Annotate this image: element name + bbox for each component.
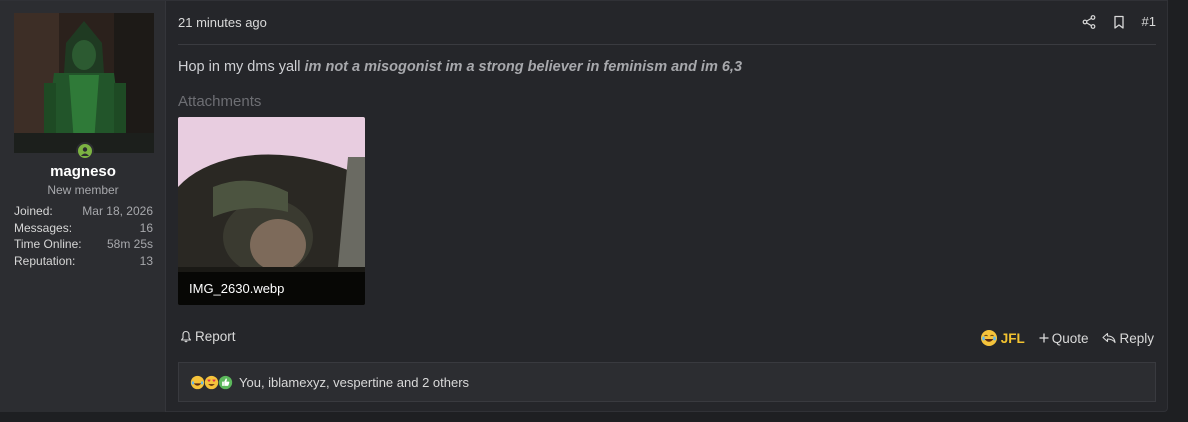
attachment-filename: IMG_2630.webp xyxy=(178,272,365,305)
laughing-face-icon xyxy=(190,375,205,389)
avatar[interactable] xyxy=(14,13,154,153)
reaction-label: JFL xyxy=(1000,330,1025,346)
message-text: Hop in my dms yall xyxy=(178,59,301,75)
thumbs-up-icon xyxy=(218,375,233,389)
avatar-image xyxy=(14,13,154,153)
stat-label: Joined: xyxy=(14,204,53,218)
share-icon[interactable] xyxy=(1082,14,1096,29)
plus-icon xyxy=(1039,333,1049,343)
post-main: 21 minutes ago #1 Hop in my dms yall im … xyxy=(178,1,1156,412)
bell-icon xyxy=(180,330,192,343)
stat-label: Reputation: xyxy=(14,253,76,268)
message-emphasis: im not a misogonist im a strong believer… xyxy=(304,59,743,75)
stat-value: 58m 25s xyxy=(106,237,153,251)
report-button[interactable]: Report xyxy=(180,329,236,344)
user-title: New member xyxy=(47,183,119,197)
reaction-button[interactable]: JFL xyxy=(980,329,1025,347)
bookmark-icon[interactable] xyxy=(1112,15,1126,29)
quote-button[interactable]: Quote xyxy=(1039,330,1089,346)
stat-value: Mar 18, 2026 xyxy=(82,204,153,218)
post-timestamp[interactable]: 21 minutes ago xyxy=(178,15,267,30)
attachment-thumbnail[interactable]: IMG_2630.webp xyxy=(178,117,365,305)
quote-label: Quote xyxy=(1051,330,1089,346)
laughing-face-icon xyxy=(980,330,997,346)
post-header-actions: #1 xyxy=(1082,14,1156,29)
stat-value: 16 xyxy=(139,220,153,235)
post-footer-actions: JFL Quote Reply xyxy=(980,329,1154,347)
heart-eyes-icon xyxy=(204,375,219,389)
username[interactable]: magneso xyxy=(0,163,166,180)
post-container: magneso New member Joined: Mar 18, 2026 … xyxy=(0,0,1168,412)
reactions-summary[interactable]: You, iblamexyz, vespertine and 2 others xyxy=(178,362,1156,402)
user-info-panel: magneso New member Joined: Mar 18, 2026 … xyxy=(0,1,166,412)
post-message: Hop in my dms yall im not a misogonist i… xyxy=(178,59,742,75)
stat-reputation: Reputation: 13 xyxy=(14,253,153,270)
reaction-icons xyxy=(190,375,233,390)
reply-button[interactable]: Reply xyxy=(1102,331,1154,346)
header-divider xyxy=(178,44,1156,45)
report-label: Report xyxy=(195,329,236,344)
stat-joined: Joined: Mar 18, 2026 xyxy=(14,203,153,220)
reactions-text: You, iblamexyz, vespertine and 2 others xyxy=(239,374,470,390)
attachments-title: Attachments xyxy=(178,93,262,110)
stat-value: 13 xyxy=(139,253,153,268)
user-stats: Joined: Mar 18, 2026 Messages: 16 Time O… xyxy=(14,203,153,269)
online-status-icon xyxy=(76,142,94,160)
stat-label: Time Online: xyxy=(14,237,82,251)
stat-time-online: Time Online: 58m 25s xyxy=(14,236,153,253)
post-number[interactable]: #1 xyxy=(1142,14,1156,29)
reply-label: Reply xyxy=(1119,330,1154,346)
stat-label: Messages: xyxy=(14,220,73,235)
reply-arrow-icon xyxy=(1102,332,1117,344)
stat-messages: Messages: 16 xyxy=(14,220,153,237)
